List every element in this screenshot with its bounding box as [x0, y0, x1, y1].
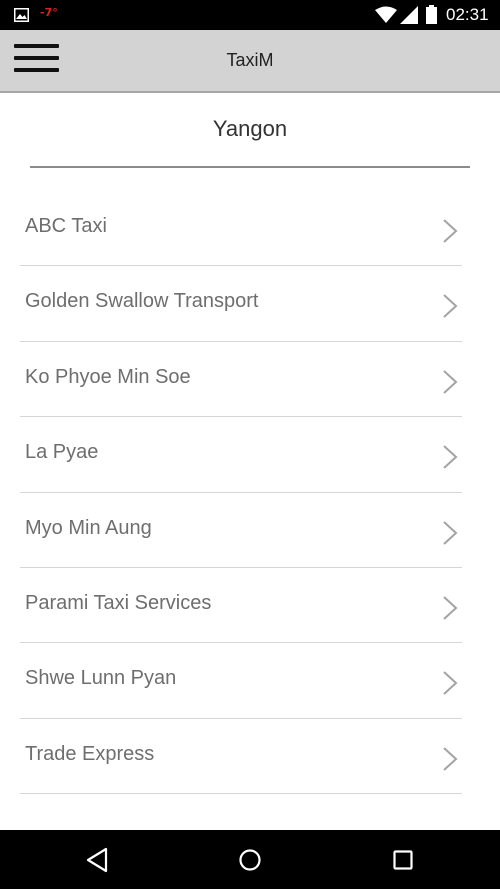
signal-icon — [400, 6, 418, 24]
chevron-right-icon — [443, 370, 458, 394]
taxi-company-list: ABC Taxi Golden Swallow Transport Ko Phy… — [20, 191, 462, 795]
list-item[interactable]: Golden Swallow Transport — [20, 266, 462, 342]
chevron-right-icon — [443, 219, 458, 243]
temperature-text: -7° — [40, 6, 58, 19]
list-item-label: Golden Swallow Transport — [25, 290, 259, 313]
list-item[interactable]: Parami Taxi Services — [20, 568, 462, 644]
list-item[interactable]: Trade Express — [20, 719, 462, 795]
clock-time: 02:31 — [446, 5, 489, 24]
chevron-right-icon — [443, 746, 458, 771]
chevron-right-icon — [443, 520, 458, 545]
city-divider — [30, 166, 470, 168]
menu-line — [14, 44, 59, 48]
list-item-label: Parami Taxi Services — [25, 591, 212, 614]
list-item-label: Myo Min Aung — [25, 516, 152, 539]
app-bar: TaxiM — [0, 30, 500, 93]
list-item[interactable]: Myo Min Aung — [20, 493, 462, 568]
chevron-right-icon — [443, 671, 458, 696]
chevron-right-icon — [443, 596, 458, 620]
list-item-label: Ko Phyoe Min Soe — [25, 365, 191, 388]
system-nav-bar — [0, 830, 500, 889]
back-icon[interactable] — [85, 847, 111, 873]
wifi-icon — [375, 6, 397, 23]
battery-icon — [426, 5, 437, 24]
city-title: Yangon — [212, 116, 288, 141]
status-bar: -7° 02:31 — [0, 0, 500, 30]
image-icon — [14, 8, 29, 22]
list-item[interactable]: ABC Taxi — [20, 191, 462, 267]
list-item-label: Trade Express — [25, 742, 155, 765]
list-item-label: ABC Taxi — [25, 215, 107, 237]
app-title: TaxiM — [226, 50, 274, 70]
chevron-right-icon — [443, 445, 458, 469]
recent-apps-icon[interactable] — [390, 847, 416, 873]
list-item[interactable]: La Pyae — [20, 417, 462, 493]
chevron-right-icon — [443, 294, 458, 319]
list-item[interactable]: Ko Phyoe Min Soe — [20, 342, 462, 418]
list-item[interactable]: Shwe Lunn Pyan — [20, 643, 462, 719]
home-icon[interactable] — [237, 847, 263, 873]
list-item-label: Shwe Lunn Pyan — [25, 667, 177, 690]
list-item-label: La Pyae — [25, 441, 99, 464]
